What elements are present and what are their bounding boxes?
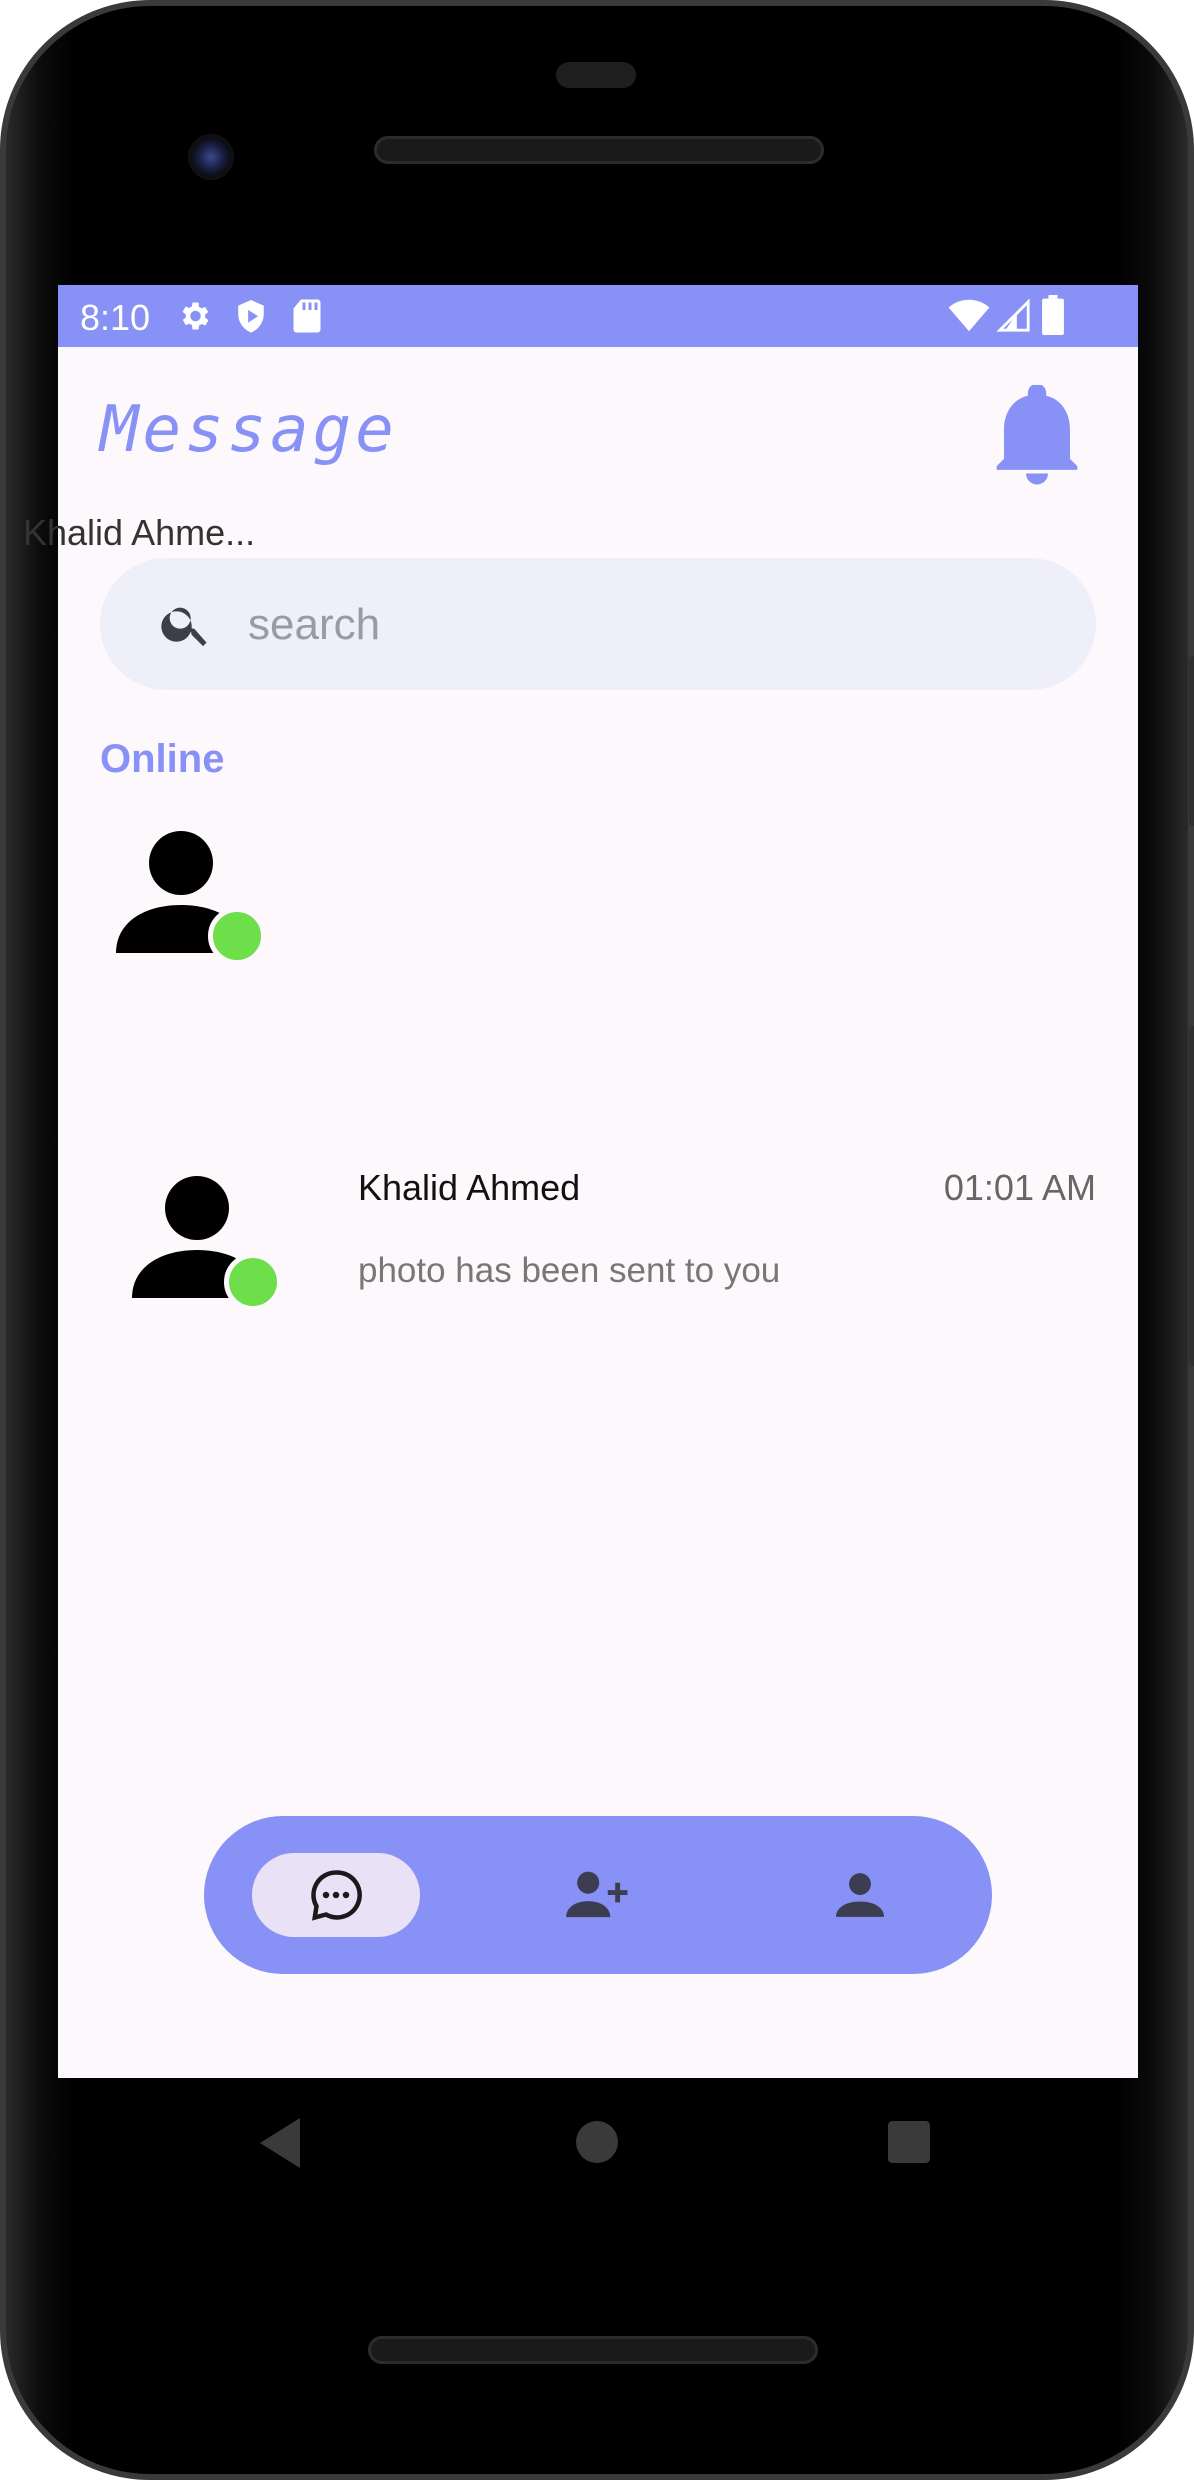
nav-add-friend-tab[interactable]	[514, 1853, 682, 1937]
earpiece	[556, 62, 636, 88]
bottom-navigation	[204, 1816, 992, 1974]
shield-icon	[238, 300, 264, 333]
top-speaker	[374, 136, 824, 164]
back-icon[interactable]	[260, 2118, 304, 2168]
status-time: 8:10	[80, 297, 151, 338]
online-section-label: Online	[100, 737, 225, 781]
nav-profile-tab[interactable]	[776, 1853, 944, 1937]
add-friend-icon	[566, 1871, 628, 1918]
online-status-dot	[224, 1253, 282, 1311]
app-screen: 8:10 Message search Online Khalid Ahme..…	[23, 285, 1138, 2078]
online-user-item[interactable]: Khalid Ahme...	[23, 512, 318, 1045]
online-user-name: Khalid Ahme...	[23, 512, 256, 553]
signal-icon	[996, 299, 1030, 332]
profile-icon	[836, 1873, 884, 1917]
status-bar: 8:10	[58, 285, 1138, 347]
recents-icon[interactable]	[888, 2121, 930, 2163]
chat-timestamp: 01:01 AM	[943, 1167, 1096, 1208]
search-bar[interactable]	[100, 558, 1096, 690]
front-camera	[188, 134, 234, 180]
nav-chats-tab[interactable]	[252, 1853, 420, 1937]
bottom-speaker	[368, 2336, 818, 2364]
volume-button	[1189, 1026, 1194, 1366]
chat-bubble-icon	[311, 1870, 362, 1921]
chat-contact-name: Khalid Ahmed	[358, 1167, 581, 1208]
battery-icon	[1042, 295, 1064, 335]
page-title: Message	[100, 393, 398, 467]
sd-card-icon	[293, 299, 321, 333]
chat-list-item[interactable]: Khalid Ahmed 01:01 AM photo has been sen…	[58, 1145, 1138, 1345]
chat-message-preview: photo has been sent to you	[358, 1251, 781, 1290]
search-input[interactable]	[246, 588, 1050, 662]
phone-frame: 8:10 Message search Online Khalid Ahme..…	[0, 0, 1194, 2480]
power-button	[1189, 656, 1194, 826]
settings-icon	[182, 302, 209, 330]
online-status-dot	[208, 907, 266, 965]
notification-bell-icon[interactable]	[993, 385, 1081, 485]
wifi-icon	[948, 299, 990, 332]
home-icon[interactable]	[576, 2121, 618, 2163]
search-icon	[161, 607, 207, 647]
